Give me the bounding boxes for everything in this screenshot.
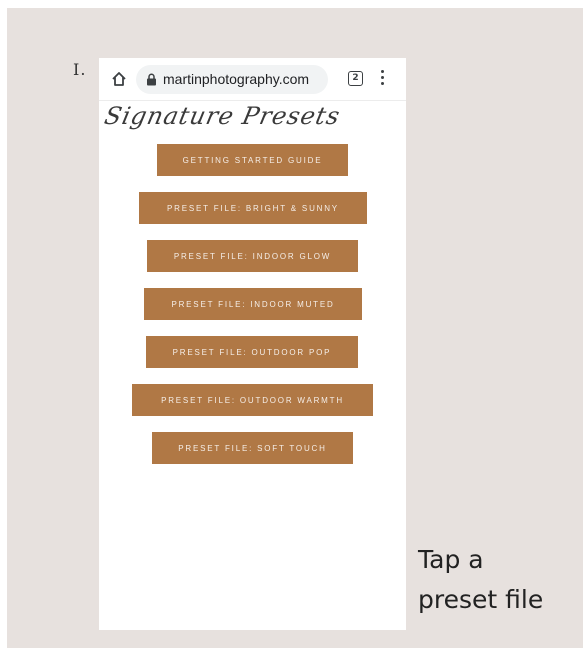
- preset-soft-touch-button[interactable]: PRESET FILE: SOFT TOUCH: [152, 432, 353, 464]
- tab-switcher-icon[interactable]: 2: [348, 71, 363, 86]
- url-text: martinphotography.com: [163, 71, 310, 87]
- caption-line-2: preset file: [418, 585, 544, 614]
- step-number: I.: [73, 60, 87, 79]
- page-title: Signature Presets: [102, 102, 343, 130]
- lock-icon: [147, 73, 156, 86]
- more-menu-icon[interactable]: [381, 70, 385, 88]
- preset-indoor-glow-button[interactable]: PRESET FILE: INDOOR GLOW: [147, 240, 358, 272]
- home-icon[interactable]: [110, 70, 128, 88]
- caption-line-1: Tap a: [418, 545, 484, 574]
- preset-outdoor-warmth-button[interactable]: PRESET FILE: OUTDOOR WARMTH: [132, 384, 373, 416]
- browser-toolbar: martinphotography.com 2: [99, 58, 406, 101]
- preset-outdoor-pop-button[interactable]: PRESET FILE: OUTDOOR POP: [146, 336, 358, 368]
- preset-bright-sunny-button[interactable]: PRESET FILE: BRIGHT & SUNNY: [139, 192, 367, 224]
- getting-started-guide-button[interactable]: GETTING STARTED GUIDE: [157, 144, 348, 176]
- phone-screen: martinphotography.com 2 Signature Preset…: [99, 58, 406, 630]
- instruction-caption: Tap a preset file: [418, 540, 583, 620]
- address-bar[interactable]: martinphotography.com: [136, 65, 328, 94]
- preset-indoor-muted-button[interactable]: PRESET FILE: INDOOR MUTED: [144, 288, 362, 320]
